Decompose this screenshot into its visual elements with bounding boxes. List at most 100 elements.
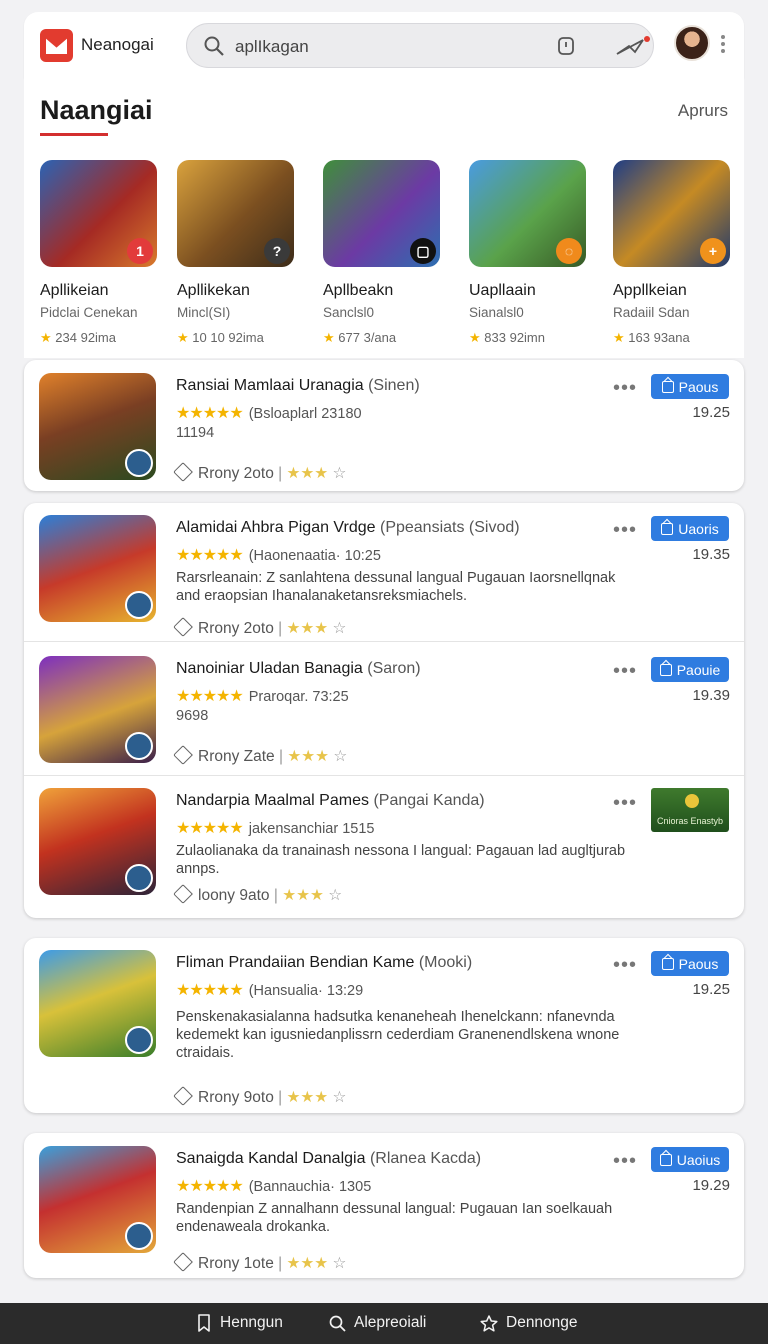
app-title-text: Sanaigda Kandal Danalgia	[176, 1150, 366, 1167]
more-options-icon[interactable]: •••	[613, 1151, 637, 1171]
featured-app[interactable]: ? Apllikekan Mincl(SI) ★ 10 10 92ima	[177, 160, 295, 346]
nav-item-search[interactable]: Alepreoiali	[329, 1314, 426, 1332]
app-subtitle: (Mooki)	[418, 954, 473, 971]
featured-app[interactable]: 1 Apllikeian Pidclai Cenekan ★ 234 92ima	[40, 160, 158, 346]
action-label: Paous	[678, 955, 719, 972]
app-icon[interactable]	[39, 515, 156, 622]
nav-item-home[interactable]: Henngun	[196, 1314, 283, 1332]
nav-label: Alepreoiali	[354, 1314, 427, 1331]
search-bar[interactable]: aplIkagan	[186, 23, 654, 68]
featured-app[interactable]: ◌ Uapllaain Sianalsl0 ★ 833 92imn	[469, 160, 587, 346]
more-menu-icon[interactable]	[721, 35, 725, 55]
send-icon[interactable]	[603, 34, 657, 58]
download-count: 11194	[176, 425, 215, 441]
star-icon: ★	[613, 330, 625, 345]
tag-icon	[173, 745, 193, 765]
rating-stars-icon: ★★★★★	[176, 1178, 244, 1195]
app-icon[interactable]	[39, 1146, 156, 1253]
coin-icon	[685, 794, 699, 808]
app-badge: +	[700, 238, 726, 264]
share-icon	[659, 663, 672, 676]
app-icon[interactable]	[39, 373, 156, 480]
rating-value: 677 3/ana	[338, 330, 397, 345]
star-icon: ★	[177, 330, 189, 345]
tag-icon	[173, 1086, 193, 1106]
more-options-icon[interactable]: •••	[613, 520, 637, 540]
footer-label: Rrony 2oto	[198, 620, 274, 637]
app-icon[interactable]: 1	[40, 160, 157, 267]
more-options-icon[interactable]: •••	[613, 793, 637, 813]
search-input[interactable]: aplIkagan	[235, 37, 309, 57]
app-logo[interactable]	[40, 29, 73, 62]
mail-logo-icon	[45, 36, 68, 54]
app-badge: ▢	[410, 238, 436, 264]
app-badge: ◌	[556, 238, 582, 264]
app-list-card: Ransiai Mamlaai Uranagia (Sinen) ★★★★★ (Bs…	[24, 360, 744, 491]
rating-stars-icon: ★★★★★	[176, 547, 244, 564]
empty-star-icon: ☆	[332, 465, 347, 482]
clipboard-icon[interactable]	[555, 35, 577, 57]
download-count: 9698	[176, 708, 209, 724]
update-time: 19.39	[692, 687, 730, 704]
star-icon: ★	[323, 330, 335, 345]
app-icon[interactable]: ▢	[323, 160, 440, 267]
empty-star-icon: ☆	[332, 1089, 347, 1106]
platform-icon	[125, 449, 153, 477]
user-avatar[interactable]	[674, 25, 710, 61]
more-options-icon[interactable]: •••	[613, 955, 637, 975]
action-button[interactable]: Paous	[651, 951, 729, 976]
mini-stars-icon: ★★★	[287, 748, 330, 765]
star-icon: ★	[469, 330, 481, 345]
app-developer: Radaiil Sdan	[613, 305, 690, 320]
mini-stars-icon: ★★★	[282, 887, 324, 904]
app-subtitle: (Saron)	[367, 660, 421, 677]
search-icon	[329, 1315, 346, 1332]
action-button[interactable]: Paouie	[651, 657, 729, 682]
rating-stars-icon: ★★★★★	[176, 982, 244, 999]
mini-stars-icon: ★★★	[286, 465, 329, 482]
mini-stars-icon: ★★★	[286, 620, 329, 637]
rating-value: 163 93ana	[628, 330, 690, 345]
rating-stars-icon: ★★★★★	[176, 405, 244, 422]
more-options-icon[interactable]: •••	[613, 661, 637, 681]
app-icon[interactable]	[39, 950, 156, 1057]
action-button[interactable]: Uaoius	[651, 1147, 729, 1172]
promo-thumbnail[interactable]: Cnioras Enastyb	[651, 788, 729, 832]
rating-value: 10 10 92ima	[192, 330, 264, 345]
platform-icon	[125, 591, 153, 619]
app-icon[interactable]: +	[613, 160, 730, 267]
empty-star-icon: ☆	[332, 620, 347, 637]
bookmark-icon	[198, 1314, 210, 1332]
footer-label: Rrony 2oto	[198, 465, 274, 482]
search-icon	[204, 36, 224, 56]
tag-icon	[173, 617, 193, 637]
top-bar: Neanogai aplIkagan	[24, 12, 744, 78]
featured-app[interactable]: ▢ Apllbeakn Sanclsl0 ★ 677 3/ana	[323, 160, 441, 346]
nav-item-favorites[interactable]: Dennonge	[480, 1314, 578, 1332]
more-options-icon[interactable]: •••	[613, 378, 637, 398]
rating-text: (Bsloaplarl 23180	[248, 406, 362, 422]
featured-app[interactable]: + Appllkeian Radaiil Sdan ★ 163 93ana	[613, 160, 731, 346]
app-title-text: Nandarpia Maalmal Pames	[176, 792, 369, 809]
action-button[interactable]: Uaoris	[651, 516, 729, 541]
app-icon[interactable]: ?	[177, 160, 294, 267]
rating-stars-icon: ★★★★★	[176, 688, 244, 705]
app-description: Rarsrleanain: Z sanlahtena dessunal lang…	[176, 570, 616, 604]
rating-text: (Hansualia· 13:29	[248, 983, 364, 999]
app-footer: Rrony 2oto | ★★★ ☆	[173, 617, 347, 638]
app-title-text: Nanoiniar Uladan Banagia	[176, 660, 363, 677]
update-time: 19.29	[692, 1177, 730, 1194]
app-icon[interactable]	[39, 788, 156, 895]
action-button[interactable]: Paous	[651, 374, 729, 399]
app-title: Fliman Prandaiian Bendian Kame (Mooki)	[176, 954, 472, 972]
app-icon[interactable]: ◌	[469, 160, 586, 267]
app-rating: ★ 234 92ima	[40, 330, 158, 346]
title-underline	[40, 133, 108, 136]
bottom-navigation: Henngun Alepreoiali Dennonge	[0, 1303, 768, 1344]
app-title: Alamidai Ahbra Pigan Vrdge (Ppeansiats (…	[176, 519, 520, 537]
promo-caption: Cnioras Enastyb	[657, 816, 724, 826]
app-icon[interactable]	[39, 656, 156, 763]
app-developer: Pidclai Cenekan	[40, 305, 138, 320]
see-all-link[interactable]: Aprurs	[678, 101, 728, 121]
app-name: Appllkeian	[613, 282, 687, 299]
